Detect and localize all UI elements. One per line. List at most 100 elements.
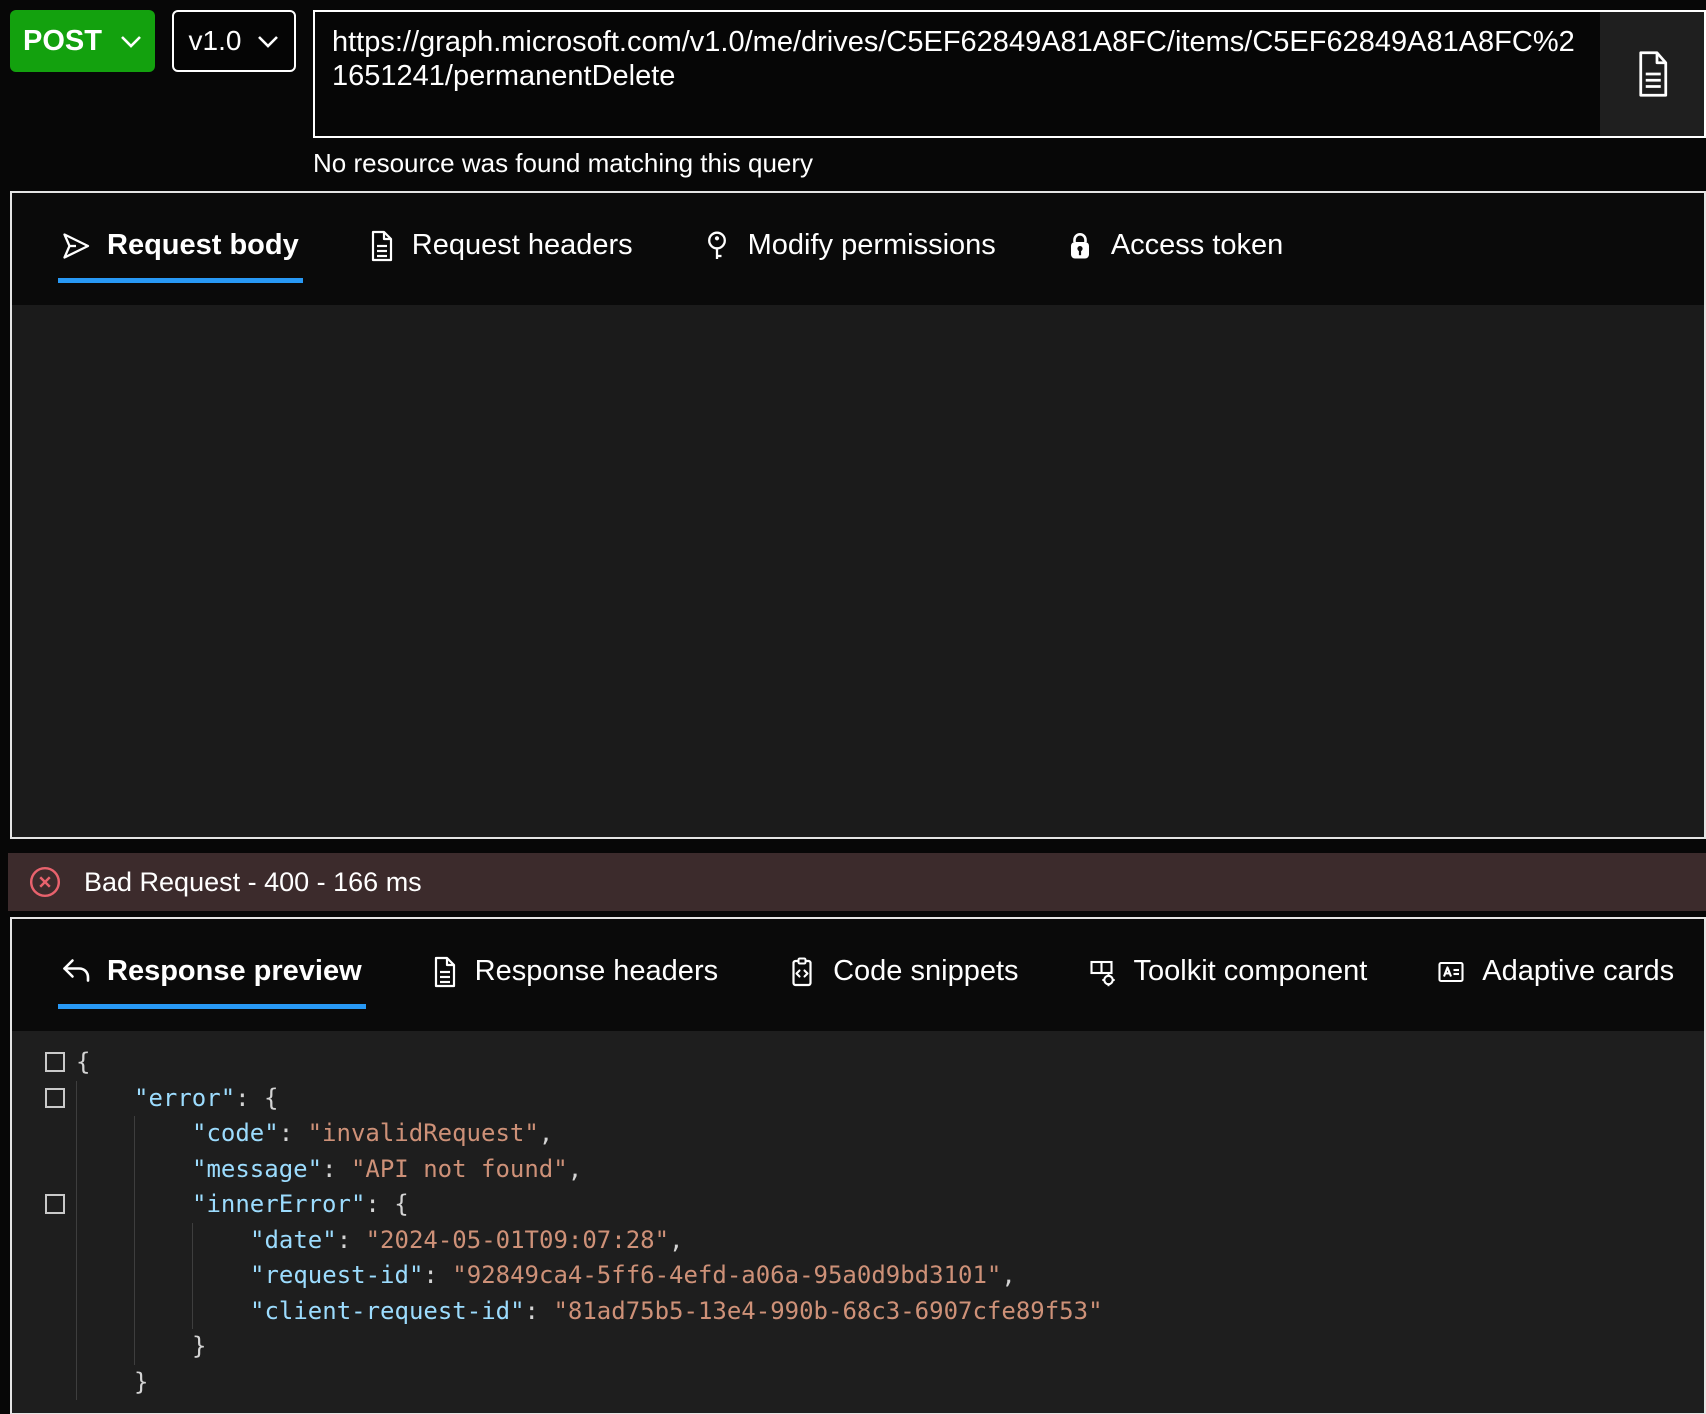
indent-guide — [134, 1187, 192, 1223]
tab-adaptive-cards[interactable]: Adaptive cards — [1433, 941, 1678, 1009]
code-line: } — [12, 1364, 1704, 1400]
json-punctuation: , — [538, 1119, 554, 1147]
tab-access-token[interactable]: Access token — [1062, 215, 1287, 283]
indent-guide — [134, 1258, 192, 1294]
adaptive-card-icon — [1435, 956, 1467, 988]
code-line: "request-id": "92849ca4-5ff6-4efd-a06a-9… — [12, 1258, 1704, 1294]
json-key: "innerError" — [192, 1190, 366, 1218]
tab-label: Access token — [1110, 229, 1284, 261]
response-tab-list: Response preview Response headers Code sni… — [12, 919, 1704, 1031]
json-string: "81ad75b5-13e4-990b-68c3-6907cfe89f53" — [553, 1296, 1103, 1325]
json-punctuation: : — [278, 1119, 308, 1147]
tab-code-snippets[interactable]: Code snippets — [784, 941, 1022, 1009]
lock-icon — [1064, 230, 1096, 262]
version-dropdown[interactable]: v1.0 — [172, 10, 296, 72]
code-snippet-icon — [786, 956, 818, 988]
tab-label: Response preview — [107, 955, 362, 987]
request-tab-list: Request body Request headers Modify permis… — [12, 193, 1704, 305]
json-string: "invalidRequest" — [307, 1119, 539, 1147]
error-circle-icon — [28, 865, 62, 899]
indent-guide — [134, 1222, 192, 1258]
method-dropdown[interactable]: POST — [10, 10, 155, 72]
json-punctuation: : — [322, 1154, 351, 1183]
key-icon — [701, 230, 733, 262]
indent-guide — [76, 1293, 134, 1329]
send-icon — [60, 230, 92, 262]
json-punctuation: : — [336, 1225, 366, 1254]
response-status-bar: Bad Request - 400 - 166 ms — [8, 853, 1706, 911]
document-icon — [367, 230, 397, 262]
json-punctuation: } — [134, 1367, 149, 1396]
json-key: "message" — [192, 1154, 323, 1183]
tab-label: Request body — [107, 229, 299, 261]
code-line: { — [12, 1045, 1704, 1081]
indent-guide — [76, 1080, 134, 1116]
json-punctuation: , — [1001, 1261, 1016, 1289]
method-label: POST — [23, 24, 102, 57]
code-line: "code": "invalidRequest", — [12, 1116, 1704, 1152]
indent-guide — [192, 1222, 250, 1258]
indent-guide — [134, 1329, 192, 1365]
request-body-editor[interactable] — [12, 305, 1704, 837]
json-string: "2024-05-01T09:07:28" — [365, 1225, 670, 1254]
indent-guide — [192, 1293, 250, 1329]
json-punctuation: , — [669, 1225, 684, 1254]
indent-guide — [192, 1258, 250, 1294]
docs-button[interactable] — [1600, 12, 1704, 136]
code-line: "client-request-id": "81ad75b5-13e4-990b… — [12, 1293, 1704, 1329]
indent-guide — [76, 1116, 134, 1152]
json-key: "request-id" — [250, 1261, 424, 1289]
indent-guide — [134, 1151, 192, 1187]
indent-guide — [76, 1187, 134, 1223]
json-string: "API not found" — [350, 1154, 568, 1183]
json-key: "client-request-id" — [250, 1296, 525, 1325]
fold-toggle[interactable] — [45, 1087, 65, 1108]
request-section: Request body Request headers Modify permis… — [10, 191, 1706, 839]
json-key: "code" — [192, 1119, 279, 1147]
json-punctuation: : — [524, 1296, 554, 1325]
indent-guide — [134, 1293, 192, 1329]
fold-toggle[interactable] — [45, 1052, 65, 1072]
indent-guide — [76, 1151, 134, 1187]
indent-guide — [76, 1222, 134, 1258]
request-bar: POST v1.0 https://graph.microsoft.com/v1… — [0, 0, 1706, 138]
tab-label: Toolkit component — [1133, 955, 1368, 987]
document-icon — [1632, 50, 1672, 98]
tab-response-preview[interactable]: Response preview — [58, 941, 366, 1009]
json-string: "92849ca4-5ff6-4efd-a06a-95a0d9bd3101" — [452, 1261, 1002, 1289]
code-line: "message": "API not found", — [12, 1151, 1704, 1187]
tab-label: Response headers — [474, 955, 719, 987]
tab-label: Adaptive cards — [1482, 955, 1675, 987]
url-input-container: https://graph.microsoft.com/v1.0/me/driv… — [313, 10, 1706, 138]
tab-toolkit-component[interactable]: Toolkit component — [1085, 941, 1372, 1009]
tab-label: Modify permissions — [747, 229, 996, 261]
indent-guide — [76, 1329, 134, 1365]
version-label: v1.0 — [188, 25, 242, 56]
json-key: "date" — [250, 1225, 337, 1254]
document-icon — [430, 956, 460, 988]
tab-label: Code snippets — [833, 955, 1019, 987]
toolkit-icon — [1087, 956, 1119, 988]
json-punctuation: } — [192, 1332, 207, 1360]
url-input[interactable]: https://graph.microsoft.com/v1.0/me/driv… — [315, 12, 1600, 136]
tab-request-headers[interactable]: Request headers — [365, 215, 637, 283]
json-punctuation: : { — [365, 1190, 409, 1218]
tab-request-body[interactable]: Request body — [58, 215, 303, 283]
reply-arrow-icon — [60, 956, 92, 988]
graph-explorer-window: POST v1.0 https://graph.microsoft.com/v1… — [0, 0, 1706, 1414]
tab-modify-permissions[interactable]: Modify permissions — [699, 215, 1000, 283]
tab-label: Request headers — [411, 229, 633, 261]
indent-guide — [76, 1364, 134, 1400]
json-punctuation: : { — [235, 1083, 279, 1112]
tab-response-headers[interactable]: Response headers — [428, 941, 722, 1009]
fold-toggle[interactable] — [45, 1194, 65, 1214]
response-preview-editor[interactable]: {"error": {"code": "invalidRequest", "mes… — [12, 1031, 1704, 1413]
json-punctuation: { — [76, 1048, 91, 1076]
chevron-down-icon — [257, 35, 279, 48]
code-line: } — [12, 1329, 1704, 1365]
url-hint-text: No resource was found matching this quer… — [313, 148, 814, 178]
json-punctuation: : — [423, 1261, 453, 1289]
code-line: "error": { — [12, 1080, 1704, 1116]
chevron-down-icon — [120, 35, 142, 48]
status-text: Bad Request - 400 - 166 ms — [84, 866, 422, 897]
